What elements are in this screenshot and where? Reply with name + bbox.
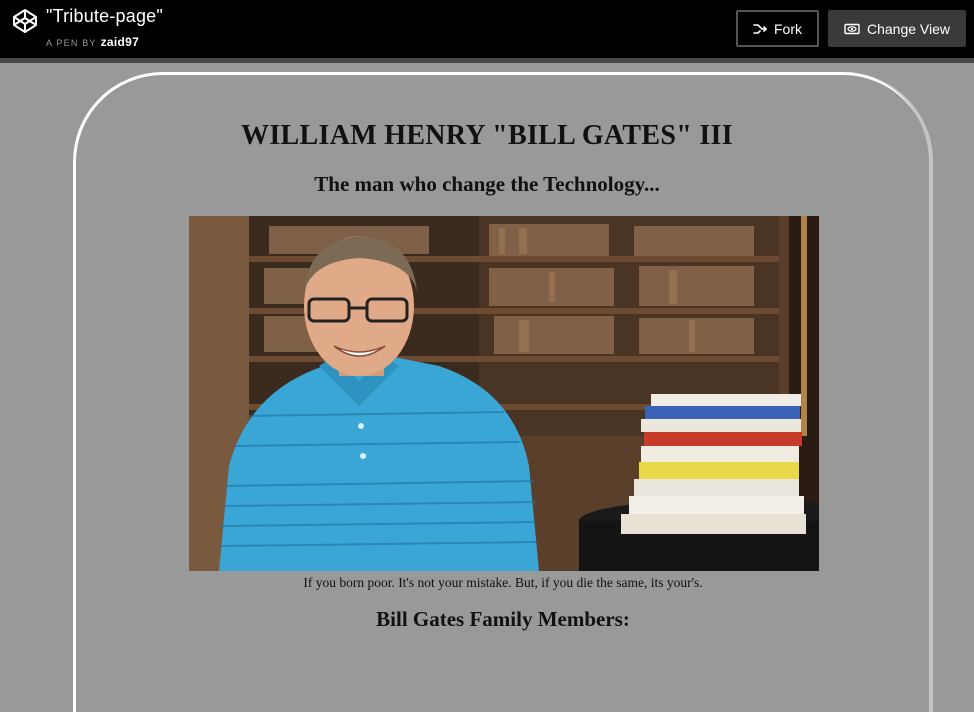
- fork-button[interactable]: Fork: [736, 10, 819, 47]
- image-caption: If you born poor. It's not your mistake.…: [303, 575, 703, 590]
- byline-prefix: A PEN BY: [46, 38, 97, 48]
- codepen-logo-icon[interactable]: [12, 8, 38, 34]
- family-heading: Bill Gates Family Members:: [376, 607, 630, 631]
- tribute-image-illustration: [189, 216, 819, 571]
- author-link[interactable]: zaid97: [101, 35, 140, 49]
- page-subtitle: The man who change the Technology...: [314, 172, 660, 196]
- pen-title[interactable]: "Tribute-page": [46, 6, 163, 27]
- change-view-label: Change View: [866, 20, 951, 37]
- change-view-button[interactable]: Change View: [828, 10, 966, 47]
- fork-icon: [753, 23, 767, 35]
- pen-byline: A PEN BY zaid97: [46, 35, 139, 49]
- eye-icon: [844, 23, 860, 35]
- fork-label: Fork: [774, 20, 802, 37]
- tribute-image: [189, 216, 819, 571]
- header-divider: [0, 58, 974, 63]
- page-title: WILLIAM HENRY "BILL GATES" III: [241, 120, 733, 151]
- codepen-header: "Tribute-page" A PEN BY zaid97 Fork Chang…: [0, 0, 974, 58]
